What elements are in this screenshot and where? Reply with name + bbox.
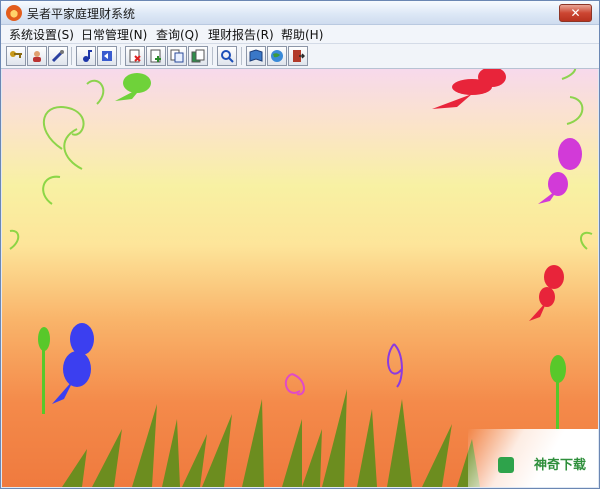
toolbar-separator [120,47,121,65]
menu-bar: 系统设置(S) 日常管理(N) 查询(Q) 理财报告(R) 帮助(H) [1,25,599,44]
grass-decoration [62,389,480,487]
toolbar-separator [212,47,213,65]
globe-icon[interactable] [267,46,287,66]
toolbar-separator [241,47,242,65]
music-note-icon[interactable] [76,46,96,66]
tools-icon[interactable] [48,46,68,66]
close-button[interactable]: ✕ [559,4,592,22]
key-icon[interactable] [6,46,26,66]
watermark-text: 神奇下载 [533,458,586,473]
user-icon[interactable] [27,46,47,66]
fairy-red-top [432,69,506,109]
desktop-background: 神奇下载 [2,69,598,487]
return-icon[interactable] [97,46,117,66]
document-delete-icon[interactable] [125,46,145,66]
documents-icon[interactable] [188,46,208,66]
book-icon[interactable] [246,46,266,66]
menu-help[interactable]: 帮助(H) [281,26,323,43]
window-title: 吴者平家庭理财系统 [27,7,136,21]
title-bar: 吴者平家庭理财系统 ✕ [1,1,599,25]
watermark-logo-icon [498,457,514,473]
toolbar [1,44,599,69]
menu-query[interactable]: 查询(Q) [156,26,199,43]
app-icon [6,5,22,21]
menu-finance-report[interactable]: 理财报告(R) [208,26,274,43]
menu-daily-management[interactable]: 日常管理(N) [81,26,147,43]
search-icon[interactable] [217,46,237,66]
menu-system-settings[interactable]: 系统设置(S) [9,26,74,43]
document-add-icon[interactable] [146,46,166,66]
watermark: 神奇下载 [468,429,598,487]
app-window: 吴者平家庭理财系统 ✕ 系统设置(S) 日常管理(N) 查询(Q) 理财报告(R… [0,0,600,489]
decorative-illustration [9,69,593,487]
document-copy-icon[interactable] [167,46,187,66]
toolbar-separator [71,47,72,65]
exit-door-icon[interactable] [288,46,308,66]
